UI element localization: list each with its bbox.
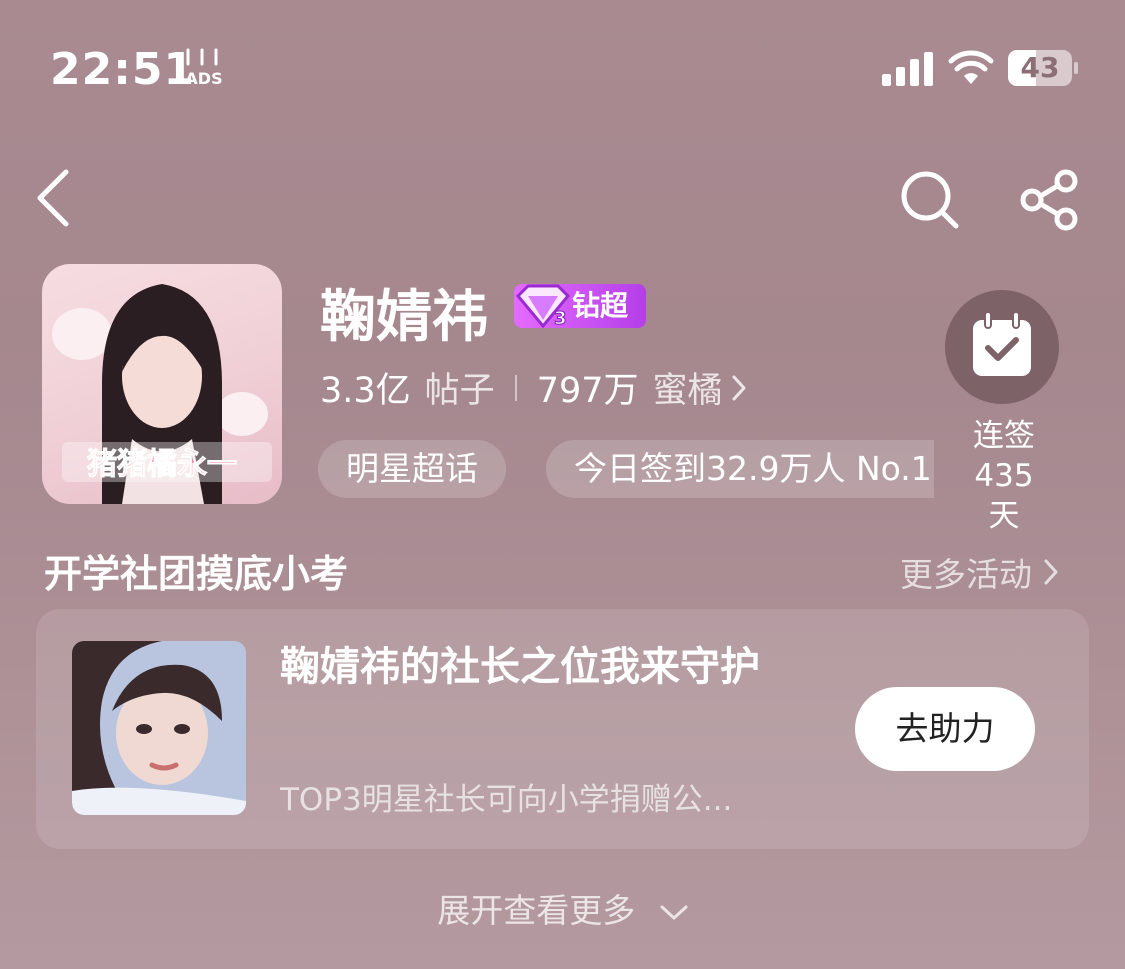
expand-more-link[interactable]: 展开查看更多: [0, 884, 1125, 932]
wifi-icon: [948, 50, 994, 84]
fans-unit: 蜜橘: [652, 371, 723, 411]
avatar-image: 猪猪橘永一: [52, 284, 272, 504]
chevron-right-icon: [1044, 559, 1058, 585]
search-icon[interactable]: [898, 168, 962, 232]
status-time: 22:51: [50, 44, 196, 95]
activity-subtitle: TOP3明星社长可向小学捐赠公...: [280, 782, 733, 818]
thumbnail-image: [72, 641, 246, 815]
community-name: 鞠婧祎: [320, 285, 488, 350]
posts-unit: 帖子: [424, 371, 495, 411]
tier-label: 钻超: [572, 289, 629, 322]
community-avatar[interactable]: 猪猪橘永一: [42, 264, 282, 504]
tag-chip-checkin[interactable]: 今日签到32.9万人 No.1: [546, 440, 934, 498]
battery-percent: 43: [1020, 51, 1060, 84]
posts-count: 3.3亿: [320, 371, 411, 411]
fans-count: 797万: [536, 371, 639, 411]
expand-label: 展开查看更多: [437, 891, 636, 930]
tag-chip-category[interactable]: 明星超话: [318, 440, 506, 498]
community-stats[interactable]: 3.3亿 帖子 797万 蜜橘: [320, 362, 747, 413]
share-icon[interactable]: [1018, 168, 1082, 232]
chevron-down-icon: [660, 905, 688, 919]
more-activities-link[interactable]: 更多活动: [900, 548, 1058, 596]
checkin-button[interactable]: [945, 290, 1059, 404]
chevron-right-icon: [732, 375, 746, 400]
tier-level: 3: [554, 308, 567, 329]
tag-row: 明星超话 今日签到32.9万人 No.1: [318, 440, 934, 498]
section-title: 开学社团摸底小考: [44, 552, 349, 596]
battery-icon: 43: [1008, 50, 1078, 86]
activity-title: 鞠婧祎的社长之位我来守护: [280, 644, 760, 690]
cellular-signal-icon: [882, 52, 933, 86]
avatar-caption: 猪猪橘永一: [87, 447, 237, 482]
support-button[interactable]: 去助力: [855, 687, 1035, 771]
diamond-icon: 3: [515, 284, 571, 330]
activity-thumbnail: [72, 641, 246, 815]
ads-badge-icon: ADS: [185, 48, 223, 88]
tier-badge[interactable]: 3 钻超: [514, 284, 646, 330]
back-chevron-icon[interactable]: [32, 166, 76, 230]
more-activities-label: 更多活动: [900, 555, 1032, 594]
calendar-check-icon: [973, 312, 1031, 376]
stats-divider: [514, 374, 517, 401]
checkin-streak-label: 连签 435天: [960, 416, 1048, 536]
checkin-days: 435天: [974, 458, 1034, 534]
checkin-label: 连签: [973, 418, 1035, 454]
ads-label: ADS: [185, 69, 222, 88]
